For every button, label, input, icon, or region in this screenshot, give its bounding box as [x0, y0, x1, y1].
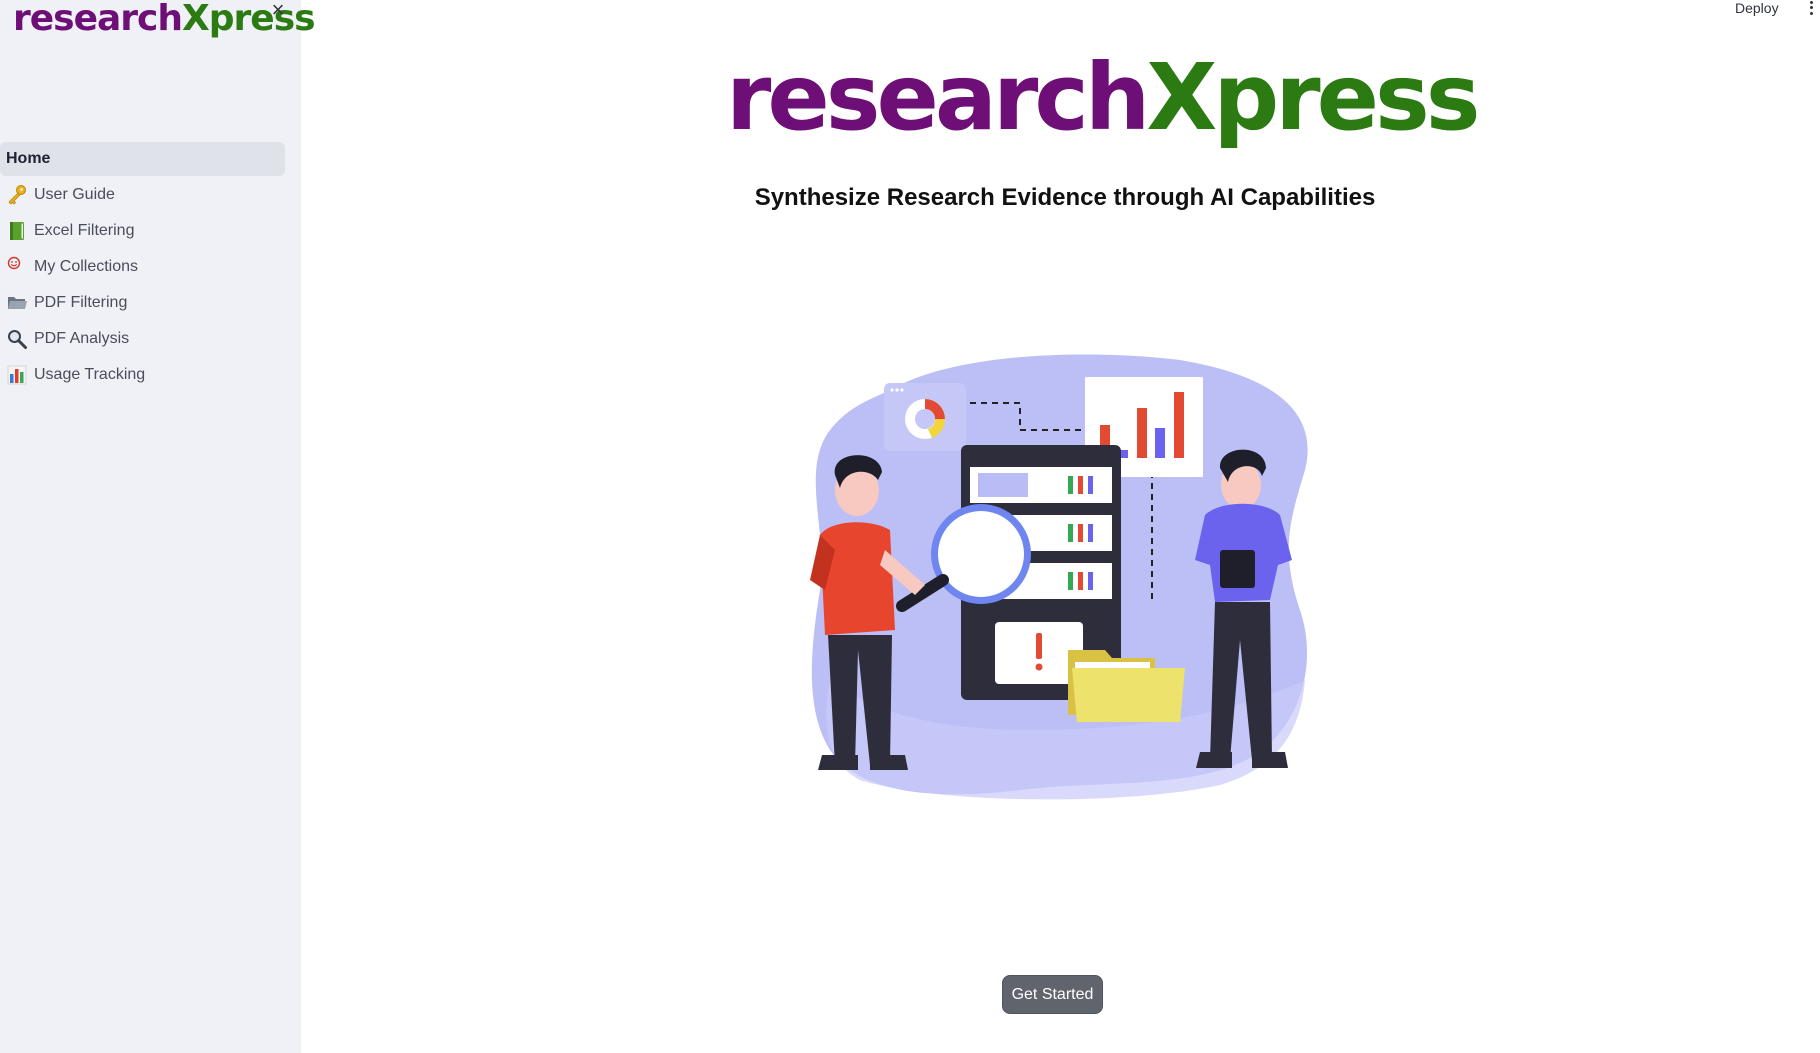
sidebar-item-label: Usage Tracking	[34, 366, 146, 383]
page-title-part1: research	[726, 44, 1150, 151]
green-book-icon	[6, 220, 28, 242]
page-title-part2: Xpress	[1146, 44, 1480, 151]
sidebar-item-pdf-analysis[interactable]: PDF Analysis	[0, 322, 285, 356]
page-title: researchXpress	[726, 38, 1481, 158]
research-illustration	[810, 354, 1308, 800]
close-icon[interactable]: ×	[268, 0, 288, 21]
sidebar-item-label: My Collections	[34, 258, 139, 275]
sidebar-logo-part1: research	[13, 0, 183, 39]
sidebar-item-excel-filtering[interactable]: Excel Filtering	[0, 214, 285, 248]
page-subtitle: Synthesize Research Evidence through AI …	[754, 184, 1376, 211]
sidebar-item-label: Home	[6, 150, 51, 167]
sidebar: researchXpress × Home User Guide Excel F…	[0, 0, 316, 1053]
sidebar-logo-part2: Xpress	[182, 0, 316, 39]
sidebar-item-my-collections[interactable]: My Collections	[0, 250, 285, 284]
sidebar-item-label: PDF Filtering	[34, 294, 128, 311]
deploy-button[interactable]: Deploy	[1735, 0, 1779, 16]
smiley-icon	[6, 256, 28, 278]
sidebar-item-pdf-filtering[interactable]: PDF Filtering	[0, 286, 285, 320]
sidebar-nav: Home User Guide Excel Filtering My Colle…	[0, 142, 285, 394]
sidebar-item-usage-tracking[interactable]: Usage Tracking	[0, 358, 285, 392]
kebab-menu-icon[interactable]	[1806, 0, 1816, 16]
get-started-button[interactable]: Get Started	[1002, 975, 1103, 1014]
app-root: researchXpress × Home User Guide Excel F…	[0, 0, 1820, 1053]
magnifier-icon	[6, 328, 28, 350]
sidebar-item-label: Excel Filtering	[34, 222, 135, 239]
key-icon	[6, 184, 28, 206]
sidebar-item-label: PDF Analysis	[34, 330, 130, 347]
sidebar-item-home[interactable]: Home	[0, 142, 285, 176]
bar-chart-icon	[6, 364, 28, 386]
sidebar-item-label: User Guide	[34, 186, 115, 203]
folder-icon	[6, 292, 28, 314]
sidebar-item-user-guide[interactable]: User Guide	[0, 178, 285, 212]
